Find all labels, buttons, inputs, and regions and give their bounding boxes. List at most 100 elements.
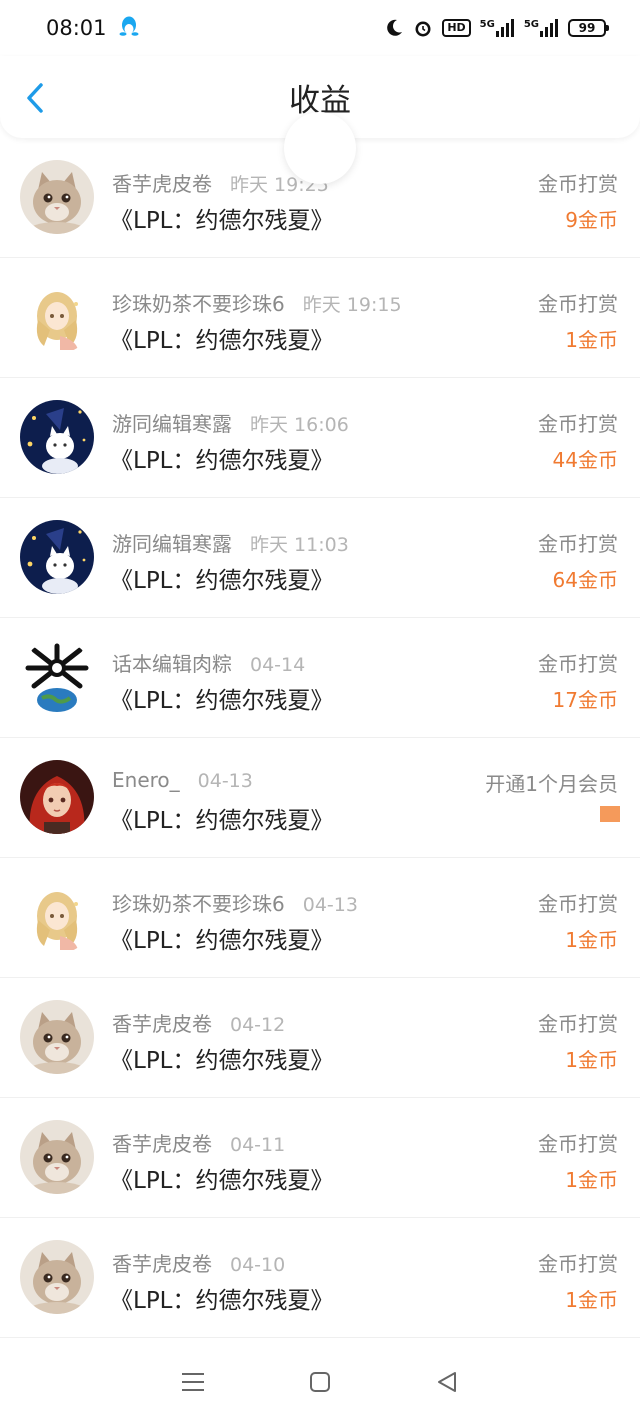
income-amount: 17金币 xyxy=(552,688,618,712)
income-amount: 1金币 xyxy=(565,1288,618,1312)
donor-name: 香芋虎皮卷 xyxy=(112,1132,212,1156)
list-item[interactable]: 香芋虎皮卷 04-10 《LPL：约德尔残夏》 金币打赏 1金币 xyxy=(0,1218,640,1338)
income-amount: 9金币 xyxy=(565,208,618,232)
donation-time: 04-10 xyxy=(230,1254,286,1276)
income-type: 金币打赏 xyxy=(538,532,618,556)
status-time: 08:01 xyxy=(46,16,107,40)
work-title: 《LPL：约德尔残夏》 xyxy=(110,808,334,834)
donor-line: 珍珠奶茶不要珍珠6 昨天 19:15 xyxy=(112,288,402,317)
donation-time: 04-14 xyxy=(250,654,306,676)
avatar[interactable] xyxy=(20,760,94,834)
list-item[interactable]: Enero_ 04-13 《LPL：约德尔残夏》 开通1个月会员 xyxy=(0,738,640,858)
avatar[interactable] xyxy=(20,880,94,954)
donor-line: 香芋虎皮卷 04-12 xyxy=(112,1008,285,1037)
list-item[interactable]: 香芋虎皮卷 04-12 《LPL：约德尔残夏》 金币打赏 1金币 xyxy=(0,978,640,1098)
home-button[interactable] xyxy=(305,1367,335,1397)
income-type: 金币打赏 xyxy=(538,292,618,316)
donor-name: Enero_ xyxy=(112,768,180,792)
income-amount: 44金币 xyxy=(552,448,618,472)
donor-line: 游同编辑寒露 昨天 16:06 xyxy=(112,408,349,437)
avatar[interactable] xyxy=(20,160,94,234)
donor-name: 游同编辑寒露 xyxy=(112,532,232,556)
avatar[interactable] xyxy=(20,400,94,474)
income-amount: 1金币 xyxy=(565,328,618,352)
avatar[interactable] xyxy=(20,520,94,594)
donation-time: 04-12 xyxy=(230,1014,286,1036)
avatar[interactable] xyxy=(20,1120,94,1194)
signal-icon: 5G xyxy=(480,19,515,37)
donor-line: 珍珠奶茶不要珍珠6 04-13 xyxy=(112,888,358,917)
avatar[interactable] xyxy=(20,1240,94,1314)
work-title: 《LPL：约德尔残夏》 xyxy=(110,328,334,354)
work-title: 《LPL：约德尔残夏》 xyxy=(110,208,334,234)
list-item[interactable]: 游同编辑寒露 昨天 16:06 《LPL：约德尔残夏》 金币打赏 44金币 xyxy=(0,378,640,498)
donor-line: 香芋虎皮卷 04-10 xyxy=(112,1248,285,1277)
chevron-left-icon xyxy=(27,83,43,113)
donor-name: 话本编辑肉粽 xyxy=(112,652,232,676)
donation-time: 昨天 19:15 xyxy=(302,294,402,316)
donor-name: 香芋虎皮卷 xyxy=(112,1012,212,1036)
income-type: 金币打赏 xyxy=(538,892,618,916)
back-button[interactable] xyxy=(22,82,50,114)
system-nav-bar xyxy=(0,1343,640,1421)
moon-icon xyxy=(384,18,404,38)
work-title: 《LPL：约德尔残夏》 xyxy=(110,928,334,954)
menu-icon xyxy=(182,1373,205,1391)
list-item[interactable]: 游同编辑寒露 昨天 11:03 《LPL：约德尔残夏》 金币打赏 64金币 xyxy=(0,498,640,618)
donor-name: 香芋虎皮卷 xyxy=(112,172,212,196)
hd-badge: HD xyxy=(442,19,471,37)
home-square-icon xyxy=(309,1372,330,1392)
status-left: 08:01 xyxy=(46,15,139,42)
alarm-icon xyxy=(413,18,433,38)
network-label-2: 5G xyxy=(523,19,539,30)
network-label-1: 5G xyxy=(479,19,495,30)
donation-time: 04-11 xyxy=(230,1134,286,1156)
work-title: 《LPL：约德尔残夏》 xyxy=(110,1048,334,1074)
income-type: 金币打赏 xyxy=(538,172,618,196)
list-item[interactable]: 香芋虎皮卷 04-11 《LPL：约德尔残夏》 金币打赏 1金币 xyxy=(0,1098,640,1218)
list-item[interactable]: 珍珠奶茶不要珍珠6 04-13 《LPL：约德尔残夏》 金币打赏 1金币 xyxy=(0,858,640,978)
qq-penguin-icon xyxy=(119,15,139,42)
donor-name: 珍珠奶茶不要珍珠6 xyxy=(112,892,285,916)
vip-marker-icon xyxy=(600,806,620,822)
donation-time: 昨天 11:03 xyxy=(250,534,349,556)
donor-line: 话本编辑肉粽 04-14 xyxy=(112,648,305,677)
signal-icon: 5G xyxy=(524,19,559,37)
avatar[interactable] xyxy=(20,640,94,714)
avatar[interactable] xyxy=(20,1000,94,1074)
back-nav-button[interactable] xyxy=(432,1367,462,1397)
donor-line: Enero_ 04-13 xyxy=(112,768,253,792)
income-amount: 1金币 xyxy=(565,1168,618,1192)
income-type: 开通1个月会员 xyxy=(485,772,618,796)
income-amount: 1金币 xyxy=(565,1048,618,1072)
earnings-list: 香芋虎皮卷 昨天 19:25 《LPL：约德尔残夏》 金币打赏 9金币 珍珠奶茶不要珍珠6… xyxy=(0,138,640,1338)
income-type: 金币打赏 xyxy=(538,1132,618,1156)
income-type: 金币打赏 xyxy=(538,1252,618,1276)
status-bar: 08:01 HD 5G 5G 99 xyxy=(0,0,640,56)
work-title: 《LPL：约德尔残夏》 xyxy=(110,448,334,474)
donation-time: 昨天 16:06 xyxy=(250,414,349,436)
income-amount: 64金币 xyxy=(552,568,618,592)
donation-time: 04-13 xyxy=(197,770,253,792)
donor-name: 香芋虎皮卷 xyxy=(112,1252,212,1276)
work-title: 《LPL：约德尔残夏》 xyxy=(110,1288,334,1314)
income-amount: 1金币 xyxy=(565,928,618,952)
list-item[interactable]: 话本编辑肉粽 04-14 《LPL：约德尔残夏》 金币打赏 17金币 xyxy=(0,618,640,738)
donor-name: 珍珠奶茶不要珍珠6 xyxy=(112,292,285,316)
status-right: HD 5G 5G 99 xyxy=(384,18,609,38)
list-item[interactable]: 珍珠奶茶不要珍珠6 昨天 19:15 《LPL：约德尔残夏》 金币打赏 1金币 xyxy=(0,258,640,378)
avatar[interactable] xyxy=(20,280,94,354)
work-title: 《LPL：约德尔残夏》 xyxy=(110,1168,334,1194)
work-title: 《LPL：约德尔残夏》 xyxy=(110,688,334,714)
income-type: 金币打赏 xyxy=(538,412,618,436)
donor-line: 香芋虎皮卷 04-11 xyxy=(112,1128,285,1157)
battery-indicator: 99 xyxy=(568,19,609,37)
donor-name: 游同编辑寒露 xyxy=(112,412,232,436)
donation-time: 04-13 xyxy=(302,894,358,916)
pull-refresh-indicator xyxy=(284,112,356,184)
back-triangle-icon xyxy=(437,1372,456,1392)
donor-line: 游同编辑寒露 昨天 11:03 xyxy=(112,528,349,557)
menu-button[interactable] xyxy=(178,1367,208,1397)
income-type: 金币打赏 xyxy=(538,652,618,676)
work-title: 《LPL：约德尔残夏》 xyxy=(110,568,334,594)
